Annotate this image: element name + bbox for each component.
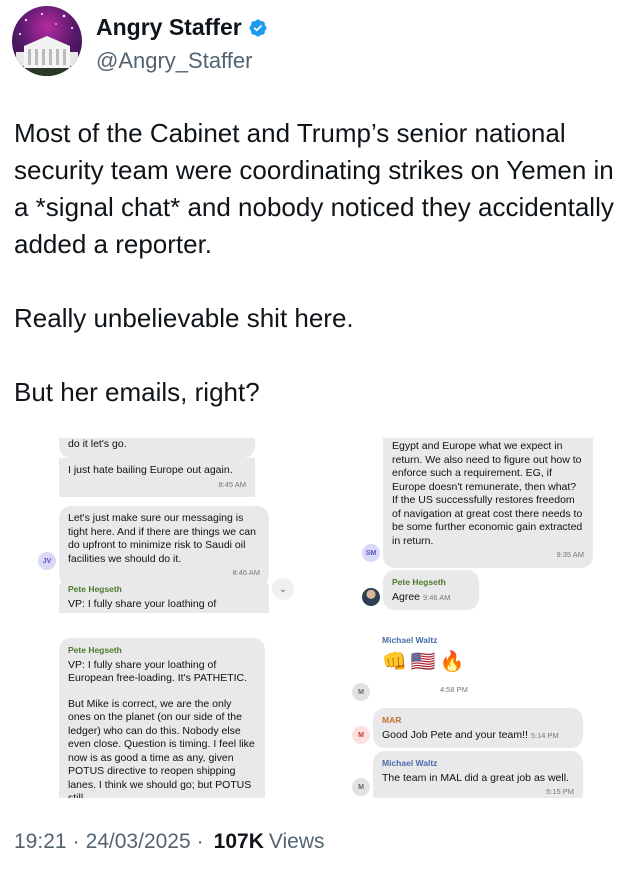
media-image-bottom-left[interactable]: Pete Hegseth VP: I fully share your loat… — [14, 623, 312, 798]
tweet-meta: 19:21 · 24/03/2025 · 107K Views — [14, 830, 325, 854]
message-time: 9:35 AM — [556, 550, 584, 559]
message-time: 5:15 PM — [546, 787, 574, 796]
message-text: VP: I fully share your loathing of — [68, 597, 217, 610]
media-image-top-right[interactable]: Egypt and Europe what we expect in retur… — [328, 438, 626, 613]
separator-dot: · — [196, 830, 204, 853]
message-text: Let's just make sure our messaging is ti… — [68, 512, 256, 565]
message-sender: Michael Waltz — [382, 758, 438, 768]
message-time: 8:45 AM — [218, 479, 246, 489]
message-text: do it let's go. — [68, 438, 127, 450]
chat-bubble: Pete Hegseth Agree 9:46 AM — [383, 570, 479, 610]
chat-bubble: MAR Good Job Pete and your team!! 5:14 P… — [373, 708, 583, 748]
chevron-down-icon[interactable]: ⌄ — [272, 578, 294, 600]
white-house-icon — [12, 13, 82, 76]
tweet-time[interactable]: 19:21 — [14, 830, 67, 854]
handle[interactable]: @Angry_Staffer — [96, 48, 252, 74]
chat-bubble: Egypt and Europe what we expect in retur… — [383, 438, 593, 568]
avatar-initials: M — [352, 726, 370, 744]
tweet-text: Most of the Cabinet and Trump’s senior n… — [14, 115, 626, 411]
message-sender: Michael Waltz — [382, 635, 438, 645]
tweet-paragraph: Most of the Cabinet and Trump’s senior n… — [14, 118, 614, 259]
emoji-message: 👊🇺🇸🔥 — [382, 651, 469, 673]
chat-bubble: Michael Waltz The team in MAL did a grea… — [373, 751, 583, 798]
media-image-bottom-right[interactable]: Michael Waltz 👊🇺🇸🔥 4:58 PM M MAR Good Jo… — [328, 623, 626, 798]
chat-bubble: do it let's go. — [59, 438, 255, 458]
views-label: Views — [268, 830, 325, 853]
tweet-header: Angry Staffer @Angry_Staffer — [12, 6, 622, 78]
chat-bubble: Pete Hegseth VP: I fully share your loat… — [59, 638, 265, 798]
avatar-initials: SM — [362, 544, 380, 562]
message-text: Egypt and Europe what we expect in retur… — [392, 440, 583, 547]
message-text: Good Job Pete and your team!! — [382, 728, 528, 741]
views-count[interactable]: 107K — [214, 830, 264, 854]
chat-bubble: Pete Hegseth VP: I fully share your loat… — [59, 577, 269, 613]
display-name[interactable]: Angry Staffer — [96, 14, 242, 41]
message-sender: Pete Hegseth — [68, 645, 122, 655]
message-text: But Mike is correct, we are the only one… — [68, 697, 255, 799]
avatar-initials: M — [352, 683, 370, 701]
media-image-top-left[interactable]: do it let's go. I just hate bailing Euro… — [14, 438, 312, 613]
message-text: I just hate bailing Europe out again. — [68, 464, 233, 476]
avatar-initials: M — [352, 778, 370, 796]
verified-badge-icon — [249, 18, 267, 37]
avatar[interactable] — [12, 6, 82, 76]
message-sender: Pete Hegseth — [392, 577, 446, 587]
separator-dot: · — [72, 830, 80, 853]
avatar — [362, 588, 380, 606]
message-sender: MAR — [382, 715, 402, 725]
message-time: 4:58 PM — [440, 685, 468, 694]
message-time: 9:46 AM — [422, 592, 451, 602]
message-text: The team in MAL did a great job as well. — [382, 771, 569, 784]
tweet-paragraph: But her emails, right? — [14, 377, 260, 407]
tweet-media[interactable]: do it let's go. I just hate bailing Euro… — [14, 438, 626, 798]
chat-bubble: Let's just make sure our messaging is ti… — [59, 506, 269, 586]
message-text: VP: I fully share your loathing of Europ… — [68, 658, 248, 685]
message-time: 5:14 PM — [530, 730, 559, 740]
name-row: Angry Staffer — [96, 14, 268, 41]
avatar-initials: JV — [38, 552, 56, 570]
chat-bubble: I just hate bailing Europe out again. 8:… — [59, 458, 255, 497]
tweet-date[interactable]: 24/03/2025 — [86, 830, 191, 854]
message-text: Agree — [392, 590, 421, 603]
message-sender: Pete Hegseth — [68, 584, 122, 594]
tweet-paragraph: Really unbelievable shit here. — [14, 303, 354, 333]
